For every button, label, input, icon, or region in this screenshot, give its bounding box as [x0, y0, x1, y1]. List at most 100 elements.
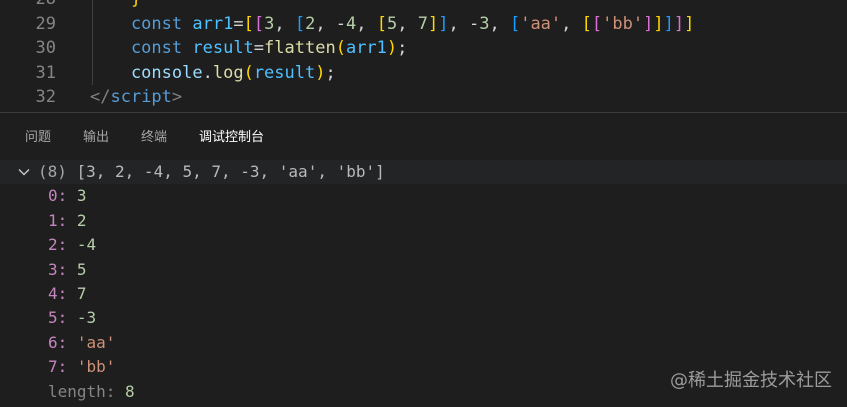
code-token: ]	[438, 13, 449, 34]
array-count: (8)	[38, 162, 67, 181]
code-token: 2	[305, 13, 316, 34]
code-token: console	[90, 62, 203, 83]
chevron-down-icon[interactable]	[17, 165, 31, 179]
code-token: 7	[417, 13, 428, 34]
code-token: ]	[653, 13, 664, 34]
property-value: 3	[76, 186, 87, 206]
property-row[interactable]: 5: -3	[0, 306, 847, 330]
property-key: length	[48, 381, 106, 401]
code-line[interactable]: 30 const result=flatten(arr1);	[0, 36, 847, 61]
property-value: 8	[125, 381, 135, 401]
array-preview: [3, 2, -4, 5, 7, -3, 'aa', 'bb']	[76, 162, 385, 181]
code-token: ,	[397, 13, 418, 34]
property-value: 'bb'	[76, 357, 116, 377]
code-token: )	[386, 38, 398, 58]
code-line[interactable]: 28 }	[0, 0, 847, 12]
property-key: 5	[48, 308, 58, 328]
line-number: 29	[35, 13, 56, 34]
property-key: 1	[48, 210, 58, 230]
watermark: @稀土掘金技术社区	[670, 370, 832, 391]
code-token: 3	[264, 13, 275, 34]
line-number: 28	[0, 0, 56, 12]
code-token: ;	[325, 62, 336, 83]
tab-debug-console[interactable]: 调试控制台	[199, 127, 264, 149]
vscode-window: 28 }29 const arr1=[[3, [2, -4, [5, 7]], …	[0, 0, 847, 407]
code-editor[interactable]: 28 }29 const arr1=[[3, [2, -4, [5, 7]], …	[0, 0, 847, 112]
property-row[interactable]: 1: 2	[0, 209, 847, 233]
code-token: ]	[428, 13, 439, 34]
log-entry-label: (8) [3, 2, -4, 5, 7, -3, 'aa', 'bb']	[38, 160, 385, 184]
property-separator: :	[57, 186, 68, 206]
property-value: -4	[76, 235, 97, 255]
tab-output[interactable]: 输出	[83, 127, 109, 149]
code-token: result	[192, 38, 254, 58]
code-token: , -	[448, 13, 480, 34]
code-token: >	[171, 87, 183, 107]
code-line[interactable]: 29 const arr1=[[3, [2, -4, [5, 7]], -3, …	[0, 12, 847, 37]
property-value: 2	[76, 210, 87, 230]
code-token: log	[212, 62, 244, 83]
property-key: 6	[48, 332, 58, 352]
code-token: [	[253, 13, 265, 34]
property-row[interactable]: 4: 7	[0, 282, 847, 306]
code-token: 4	[346, 13, 357, 34]
code-text: const arr1=[[3, [2, -4, [5, 7]], -3, ['a…	[90, 12, 694, 37]
code-text: console.log(result);	[90, 61, 336, 86]
code-text: const result=flatten(arr1);	[90, 36, 407, 61]
property-value: 'aa'	[76, 332, 116, 352]
property-value: -3	[76, 308, 97, 328]
property-separator: :	[57, 357, 68, 377]
code-token: [	[591, 13, 603, 34]
code-token: )	[315, 62, 326, 83]
code-text: }	[90, 0, 141, 12]
property-separator: :	[57, 332, 68, 352]
code-token: ]	[673, 13, 685, 34]
line-number: 30	[35, 38, 56, 58]
tab-terminal[interactable]: 终端	[141, 127, 167, 149]
property-separator: :	[57, 210, 68, 230]
line-number: 31	[35, 62, 56, 83]
tab-problems[interactable]: 问题	[25, 127, 51, 149]
code-token: const	[90, 38, 183, 58]
code-token: =	[253, 38, 265, 58]
property-value: 7	[76, 284, 87, 303]
property-key: 7	[48, 357, 58, 377]
code-token: const	[90, 13, 183, 34]
code-line[interactable]: 32 </script>	[0, 85, 847, 110]
code-token: result	[253, 62, 316, 83]
code-token: ,	[274, 13, 295, 34]
code-token: [	[581, 13, 592, 34]
code-token: ]	[684, 13, 695, 34]
code-token: flatten	[264, 38, 336, 58]
code-token: ;	[397, 38, 408, 58]
property-separator: :	[57, 308, 68, 328]
property-separator: :	[57, 235, 68, 255]
property-row[interactable]: 6: 'aa'	[0, 331, 847, 355]
code-token: (	[243, 62, 254, 83]
property-separator: :	[105, 381, 116, 401]
property-row[interactable]: 2: -4	[0, 233, 847, 257]
property-key: 3	[48, 259, 58, 279]
code-token: ,	[489, 13, 510, 34]
code-token: script	[110, 87, 172, 107]
code-token: ]	[643, 13, 654, 34]
property-separator: :	[57, 284, 68, 303]
code-token: (	[335, 38, 346, 58]
code-token: 'bb'	[602, 13, 644, 34]
code-line[interactable]: 31 console.log(result);	[0, 61, 847, 86]
code-token: [	[294, 13, 306, 34]
console-log-entry[interactable]: (8) [3, 2, -4, 5, 7, -3, 'aa', 'bb']	[0, 160, 847, 185]
panel-tab-bar: 问题 输出 终端 调试控制台	[25, 127, 296, 149]
code-token: arr1	[345, 38, 387, 58]
code-token: .	[202, 62, 213, 83]
code-token: arr1	[192, 13, 234, 34]
code-token: 3	[479, 13, 490, 34]
code-token: </	[90, 87, 111, 107]
property-row[interactable]: 3: 5	[0, 258, 847, 282]
property-key: 0	[48, 186, 58, 206]
code-token: ,	[356, 13, 377, 34]
code-token: ,	[561, 13, 582, 34]
property-row[interactable]: 0: 3	[0, 184, 847, 208]
